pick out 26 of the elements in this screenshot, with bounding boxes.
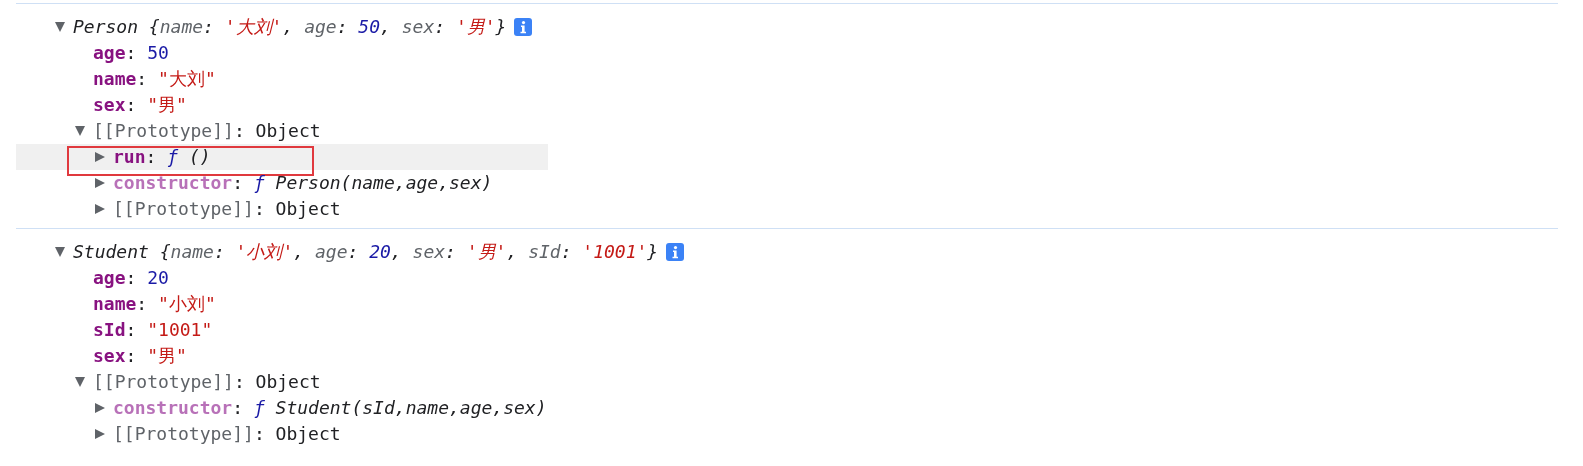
property-text: age: 20 xyxy=(93,266,169,290)
property-text: constructor: ƒ Person(name,age,sex) xyxy=(113,171,493,195)
property-text: [[Prototype]]: Object xyxy=(93,370,321,394)
property-text: constructor: ƒ Student(sId,name,age,sex) xyxy=(113,396,547,420)
triangle-icon[interactable] xyxy=(55,247,65,257)
property-text: run: ƒ () xyxy=(113,145,211,169)
info-icon[interactable] xyxy=(514,18,533,36)
property-text: age: 50 xyxy=(93,41,169,65)
property-text: [[Prototype]]: Object xyxy=(113,197,341,221)
triangle-icon[interactable] xyxy=(95,403,105,413)
property-text: name: "小刘" xyxy=(93,292,216,316)
triangle-icon[interactable] xyxy=(75,377,85,387)
object-summary: Person {name: '大刘', age: 50, sex: '男'} xyxy=(73,15,507,39)
property-text: sex: "男" xyxy=(93,344,187,368)
property-text: [[Prototype]]: Object xyxy=(113,422,341,446)
property-text: sId: "1001" xyxy=(93,318,213,342)
property-text: name: "大刘" xyxy=(93,67,216,91)
object-summary: Student {name: '小刘', age: 20, sex: '男', sId: '1001'} xyxy=(73,240,659,264)
info-icon[interactable] xyxy=(666,243,685,261)
triangle-icon[interactable] xyxy=(95,204,105,214)
property-text: [[Prototype]]: Object xyxy=(93,119,321,143)
triangle-icon[interactable] xyxy=(95,152,105,162)
triangle-icon[interactable] xyxy=(95,178,105,188)
triangle-icon[interactable] xyxy=(55,22,65,32)
triangle-icon[interactable] xyxy=(95,429,105,439)
property-text: sex: "男" xyxy=(93,93,187,117)
